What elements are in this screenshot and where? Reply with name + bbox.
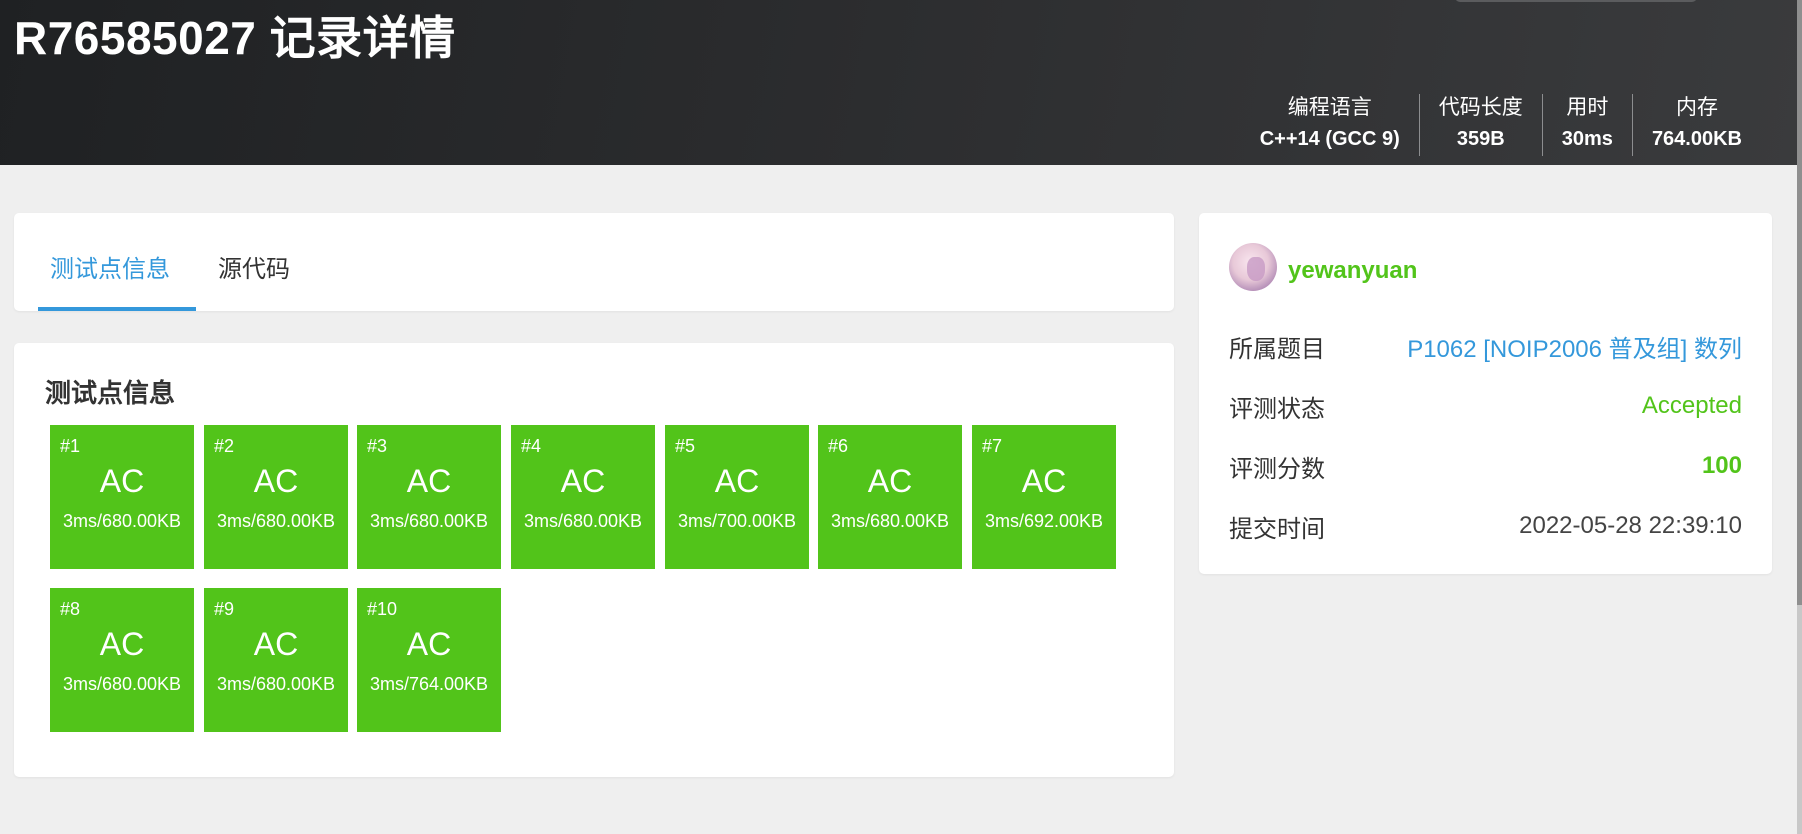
- info-row-status: 评测状态 Accepted: [1229, 386, 1742, 426]
- testcase-id: #4: [521, 436, 542, 456]
- tabs-card: 测试点信息 源代码: [14, 213, 1174, 311]
- testcase-status: AC: [714, 463, 760, 499]
- testcase-id: #5: [675, 436, 696, 456]
- info-row-submit-time: 提交时间 2022-05-28 22:39:10: [1229, 506, 1742, 546]
- submit-time: 2022-05-28 22:39:10: [1519, 512, 1742, 539]
- testcase-tile[interactable]: #2 AC 3ms/680.00KB: [204, 425, 348, 569]
- stat-value: 359B: [1456, 128, 1505, 150]
- record-stats: 编程语言 C++14 (GCC 9) 代码长度 359B 用时 30ms 内存 …: [1241, 94, 1761, 156]
- stat-language: 编程语言 C++14 (GCC 9): [1241, 94, 1419, 156]
- info-label: 评测状态: [1229, 395, 1325, 423]
- testcase-tile[interactable]: #6 AC 3ms/680.00KB: [818, 425, 962, 569]
- testcase-id: #3: [367, 436, 388, 456]
- testcase-id: #2: [214, 436, 235, 456]
- testcase-id: #10: [367, 599, 398, 619]
- stat-value: 764.00KB: [1651, 128, 1742, 150]
- stat-label: 内存: [1675, 96, 1718, 119]
- testcase-tile[interactable]: #1 AC 3ms/680.00KB: [50, 425, 194, 569]
- header-search-bar[interactable]: [1455, 0, 1697, 2]
- testcase-detail: 3ms/692.00KB: [984, 511, 1104, 531]
- testcase-id: #1: [60, 436, 81, 456]
- stat-time: 用时 30ms: [1541, 94, 1632, 156]
- testcase-status: AC: [99, 626, 145, 662]
- testcases-card: 测试点信息 #1 AC 3ms/680.00KB #2 AC 3ms/680.0…: [14, 343, 1174, 777]
- testcase-detail: 3ms/680.00KB: [830, 511, 950, 531]
- tab-source-code[interactable]: 源代码: [218, 249, 290, 284]
- stat-value: 30ms: [1561, 128, 1613, 150]
- testcase-detail: 3ms/680.00KB: [216, 674, 336, 694]
- testcase-id: #7: [982, 436, 1003, 456]
- problem-link[interactable]: P1062 [NOIP2006 普及组] 数列: [1407, 329, 1742, 364]
- stat-value: C++14 (GCC 9): [1259, 128, 1400, 150]
- testcase-status: AC: [560, 463, 606, 499]
- info-label: 提交时间: [1229, 515, 1325, 543]
- username-link[interactable]: yewanyuan: [1288, 257, 1417, 285]
- stat-memory: 内存 764.00KB: [1631, 94, 1761, 156]
- info-label: 评测分数: [1229, 455, 1325, 483]
- testcase-tile[interactable]: #3 AC 3ms/680.00KB: [357, 425, 501, 569]
- testcase-tile[interactable]: #10 AC 3ms/764.00KB: [357, 588, 501, 732]
- testcase-detail: 3ms/680.00KB: [523, 511, 643, 531]
- testcase-tile[interactable]: #8 AC 3ms/680.00KB: [50, 588, 194, 732]
- submission-info-card: yewanyuan 所属题目 P1062 [NOIP2006 普及组] 数列 评…: [1199, 213, 1772, 574]
- tab-testcase-info[interactable]: 测试点信息: [50, 249, 170, 284]
- info-row-score: 评测分数 100: [1229, 446, 1742, 486]
- judge-score: 100: [1701, 452, 1742, 479]
- testcase-status: AC: [406, 626, 452, 662]
- testcase-id: #6: [828, 436, 849, 456]
- testcase-id: #9: [214, 599, 235, 619]
- info-row-problem: 所属题目 P1062 [NOIP2006 普及组] 数列: [1229, 326, 1742, 366]
- section-title: 测试点信息: [45, 378, 176, 408]
- testcase-tile[interactable]: #7 AC 3ms/692.00KB: [972, 425, 1116, 569]
- testcase-tile[interactable]: #5 AC 3ms/700.00KB: [665, 425, 809, 569]
- active-tab-indicator: [38, 307, 196, 311]
- testcase-tile[interactable]: #9 AC 3ms/680.00KB: [204, 588, 348, 732]
- page-header: R76585027 记录详情 编程语言 C++14 (GCC 9) 代码长度 3…: [0, 0, 1797, 165]
- testcase-detail: 3ms/764.00KB: [369, 674, 489, 694]
- testcase-detail: 3ms/680.00KB: [216, 511, 336, 531]
- testcase-status: AC: [253, 463, 299, 499]
- testcase-detail: 3ms/680.00KB: [369, 511, 489, 531]
- testcase-status: AC: [99, 463, 145, 499]
- testcase-status: AC: [253, 626, 299, 662]
- stat-code-length: 代码长度 359B: [1418, 94, 1542, 156]
- user-avatar-icon[interactable]: [1229, 243, 1277, 291]
- testcase-status: AC: [867, 463, 913, 499]
- info-label: 所属题目: [1229, 335, 1325, 363]
- testcase-detail: 3ms/700.00KB: [677, 511, 797, 531]
- testcase-status: AC: [406, 463, 452, 499]
- stat-label: 用时: [1566, 96, 1609, 119]
- testcase-tile[interactable]: #4 AC 3ms/680.00KB: [511, 425, 655, 569]
- testcase-id: #8: [60, 599, 81, 619]
- judge-status: Accepted: [1641, 392, 1742, 419]
- scrollbar-thumb[interactable]: [1797, 0, 1802, 605]
- testcase-detail: 3ms/680.00KB: [62, 511, 182, 531]
- page-title: R76585027 记录详情: [14, 12, 456, 64]
- stat-label: 代码长度: [1438, 96, 1523, 119]
- testcase-detail: 3ms/680.00KB: [62, 674, 182, 694]
- page-scrollbar[interactable]: [1797, 0, 1802, 834]
- stat-label: 编程语言: [1287, 96, 1372, 119]
- testcase-status: AC: [1021, 463, 1067, 499]
